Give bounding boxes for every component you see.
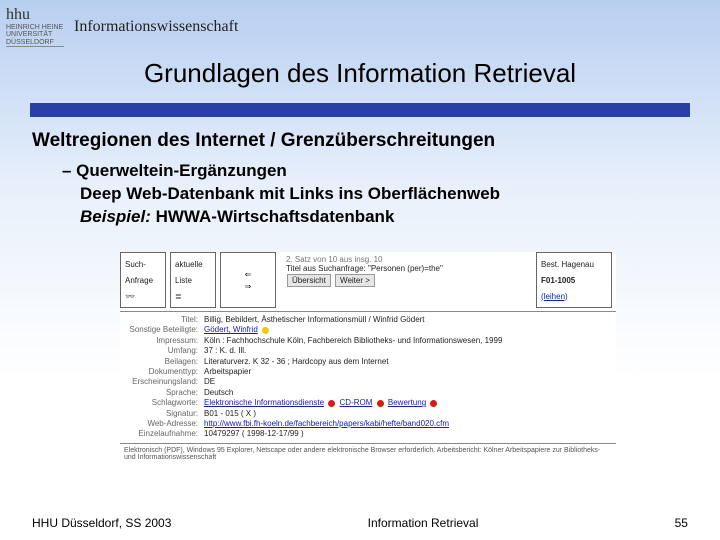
author-link[interactable]: Gödert, Winfrid [204, 325, 258, 334]
nav-box-list-l1: aktuelle [175, 260, 211, 269]
label-doktyp: Dokumenttyp: [120, 367, 204, 377]
footer-left: HHU Düsseldorf, SS 2003 [32, 516, 171, 530]
val-beilagen: Literaturverz. K 32 - 36 ; Hardcopy aus … [204, 357, 616, 367]
label-titel: Titel: [120, 315, 204, 325]
dot-icon [377, 400, 384, 407]
figure-toolbar: Such- Anfrage 👓 aktuelle Liste ≣ ⇐ ⇒ 2. … [120, 252, 616, 308]
glasses-icon: 👓 [125, 292, 161, 301]
val-doktyp: Arbeitspapier [204, 367, 616, 377]
bullet-line2: Deep Web-Datenbank mit Links ins Oberflä… [80, 183, 500, 206]
kw-link-2[interactable]: CD-ROM [340, 398, 373, 407]
nav-box-search[interactable]: Such- Anfrage 👓 [120, 252, 166, 308]
bullet-line3: Beispiel: HWWA-Wirtschaftsdatenbank [80, 206, 500, 229]
uni-line2: UNIVERSITÄT [6, 31, 52, 38]
example-value: HWWA-Wirtschaftsdatenbank [156, 207, 395, 226]
val-sig: B01 - 015 ( X ) [204, 409, 616, 419]
department-label: Informationswissenschaft [74, 18, 238, 36]
arrow-right-icon[interactable]: ⇒ [245, 282, 252, 291]
title-underline-bar [30, 103, 690, 117]
footer-center: Information Retrieval [368, 516, 479, 530]
hhu-logo: hhu HEINRICH HEINE UNIVERSITÄT DÜSSELDOR… [6, 6, 64, 47]
figure-status-area: 2. Satz von 10 aus insg. 10 Titel aus Su… [280, 252, 536, 308]
label-einzel: Einzelaufnahme: [120, 429, 204, 439]
slide-footer: HHU Düsseldorf, SS 2003 Information Retr… [32, 516, 688, 530]
val-impressum: Köln : Fachhochschule Köln, Fachbereich … [204, 336, 616, 346]
label-umfang: Umfang: [120, 346, 204, 356]
slide-title: Grundlagen des Information Retrieval [0, 58, 720, 89]
val-schlag: Elektronische Informationsdienste CD-ROM… [204, 398, 616, 408]
list-icon: ≣ [175, 292, 211, 301]
holdings-box: Best. Hagenau F01-1005 (leihen) [536, 252, 612, 308]
status-line: 2. Satz von 10 aus insg. 10 [286, 255, 530, 264]
figure-footnote: Elektronisch (PDF), Windows 95 Explorer,… [120, 447, 616, 461]
footer-page: 55 [675, 516, 688, 530]
example-prefix: Beispiel: [80, 207, 151, 226]
query-line: Titel aus Suchanfrage: "Personen (per)=t… [286, 264, 530, 273]
label-beilagen: Beilagen: [120, 357, 204, 367]
val-land: DE [204, 377, 616, 387]
divider [120, 443, 616, 444]
val-umfang: 37 : K. d. Ill. [204, 346, 616, 356]
overview-button[interactable]: Übersicht [287, 274, 331, 287]
screenshot-figure: Such- Anfrage 👓 aktuelle Liste ≣ ⇐ ⇒ 2. … [120, 252, 616, 482]
kw-link-3[interactable]: Bewertung [388, 398, 426, 407]
hhu-signature: hhu [6, 6, 64, 24]
nav-box-search-l1: Such- [125, 260, 161, 269]
header-logo-bar: hhu HEINRICH HEINE UNIVERSITÄT DÜSSELDOR… [6, 6, 238, 47]
loan-link[interactable]: (leihen) [541, 292, 607, 301]
divider [120, 311, 616, 312]
uni-line3: DÜSSELDORF [6, 39, 54, 46]
nav-arrows-box: ⇐ ⇒ [220, 252, 276, 308]
dot-icon [430, 400, 437, 407]
label-web: Web-Adresse: [120, 419, 204, 429]
val-sonstige: Gödert, Winfrid [204, 325, 616, 335]
val-titel: Billig, Bebildert, Ästhetischer Informat… [204, 315, 616, 325]
nav-box-list-l2: Liste [175, 276, 211, 285]
record-block: Titel:Billig, Bebildert, Ästhetischer In… [120, 315, 616, 440]
nav-box-list[interactable]: aktuelle Liste ≣ [170, 252, 216, 308]
label-sig: Signatur: [120, 409, 204, 419]
label-sonstige: Sonstige Beteiligte: [120, 325, 204, 335]
holdings-signature: F01-1005 [541, 276, 607, 285]
val-sprache: Deutsch [204, 388, 616, 398]
holdings-label: Best. Hagenau [541, 260, 607, 269]
web-link[interactable]: http://www.fbi.fh-koeln.de/fachbereich/p… [204, 419, 449, 428]
dot-icon [328, 400, 335, 407]
label-sprache: Sprache: [120, 388, 204, 398]
dot-icon [262, 327, 269, 334]
bullet-block: – Querweltein-Ergänzungen Deep Web-Daten… [62, 160, 500, 229]
label-land: Erscheinungsland: [120, 377, 204, 387]
nav-box-search-l2: Anfrage [125, 276, 161, 285]
kw-link-1[interactable]: Elektronische Informationsdienste [204, 398, 324, 407]
bullet-line1: – Querweltein-Ergänzungen [62, 160, 500, 183]
arrow-left-icon[interactable]: ⇐ [245, 270, 252, 279]
label-schlag: Schlagworte: [120, 398, 204, 408]
label-impressum: Impressum: [120, 336, 204, 346]
next-button[interactable]: Weiter > [335, 274, 375, 287]
slide-subtitle: Weltregionen des Internet / Grenzübersch… [32, 130, 495, 152]
uni-line1: HEINRICH HEINE [6, 24, 63, 31]
val-einzel: 10479297 ( 1998-12-17/99 ) [204, 429, 616, 439]
